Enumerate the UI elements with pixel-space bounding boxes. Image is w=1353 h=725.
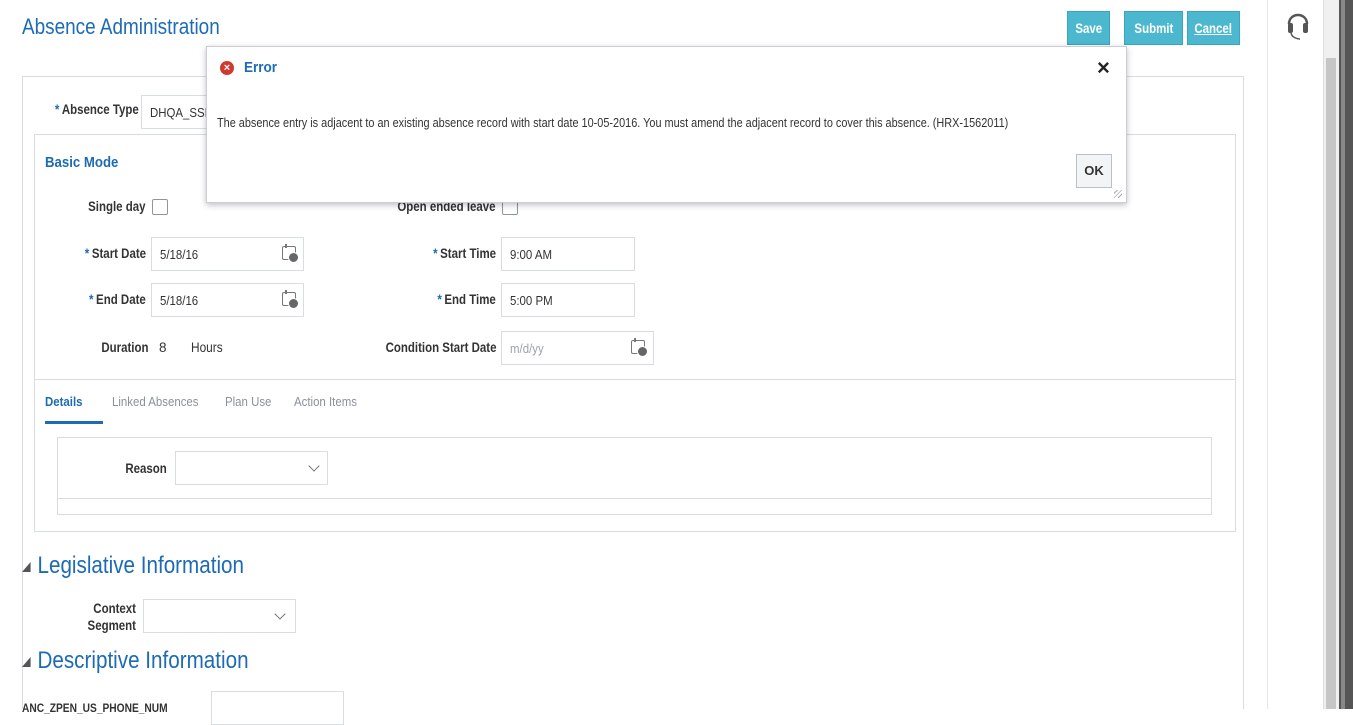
end-time-label: * End Time <box>437 292 496 307</box>
right-rail <box>1267 0 1268 709</box>
error-dialog: × Error × The absence entry is adjacent … <box>206 46 1127 203</box>
submit-button[interactable]: Submit <box>1124 11 1183 45</box>
cancel-button[interactable]: Cancel <box>1187 11 1240 45</box>
start-time-label: * Start Time <box>433 246 496 261</box>
end-date-label: * End Date <box>89 292 146 307</box>
reason-label: Reason <box>125 461 167 476</box>
context-segment-select[interactable] <box>143 599 296 633</box>
legislative-section-title[interactable]: Legislative Information <box>22 552 244 580</box>
calendar-icon[interactable] <box>631 338 648 357</box>
phone-num-label: ANC_ZPEN_US_PHONE_NUM <box>22 701 168 715</box>
tabs-divider-top <box>34 379 1236 380</box>
tab-action-items[interactable]: Action Items <box>294 394 357 409</box>
details-box-divider <box>58 498 1211 499</box>
end-time-input[interactable]: 5:00 PM <box>501 283 635 317</box>
tab-linked-absences[interactable]: Linked Absences <box>112 394 199 409</box>
dialog-message: The absence entry is adjacent to an exis… <box>217 115 1009 130</box>
tab-plan-use[interactable]: Plan Use <box>225 394 271 409</box>
tab-details-underline <box>45 421 103 424</box>
collapse-triangle-icon <box>22 656 31 667</box>
headset-icon[interactable] <box>1286 6 1310 40</box>
basic-mode-title: Basic Mode <box>45 154 119 171</box>
phone-num-input[interactable] <box>211 691 344 725</box>
tab-details[interactable]: Details <box>45 394 83 409</box>
calendar-icon[interactable] <box>282 290 299 309</box>
duration-value: 8 <box>159 340 167 355</box>
window-edge-inner <box>1341 0 1345 709</box>
duration-unit: Hours <box>191 340 223 355</box>
reason-select[interactable] <box>175 451 328 485</box>
close-icon[interactable]: × <box>1097 54 1110 82</box>
scrollbar-thumb[interactable] <box>1326 58 1336 709</box>
resize-handle[interactable] <box>1114 190 1122 198</box>
start-date-label: * Start Date <box>84 246 146 261</box>
single-day-label: Single day <box>88 199 146 214</box>
absence-type-label: * Absence Type <box>55 102 139 117</box>
duration-label: Duration <box>100 340 148 355</box>
descriptive-section-title[interactable]: Descriptive Information <box>22 647 249 675</box>
error-icon: × <box>220 61 234 75</box>
calendar-icon[interactable] <box>282 244 299 263</box>
dialog-title: Error <box>244 59 278 76</box>
single-day-checkbox[interactable] <box>152 199 168 215</box>
start-time-input[interactable]: 9:00 AM <box>501 237 635 271</box>
page-title: Absence Administration <box>22 14 220 39</box>
save-button[interactable]: Save <box>1067 11 1110 45</box>
collapse-triangle-icon <box>22 561 31 572</box>
ok-button[interactable]: OK <box>1076 154 1112 188</box>
condition-start-label: Condition Start Date <box>385 340 496 355</box>
context-segment-label: Context Segment <box>87 601 136 633</box>
